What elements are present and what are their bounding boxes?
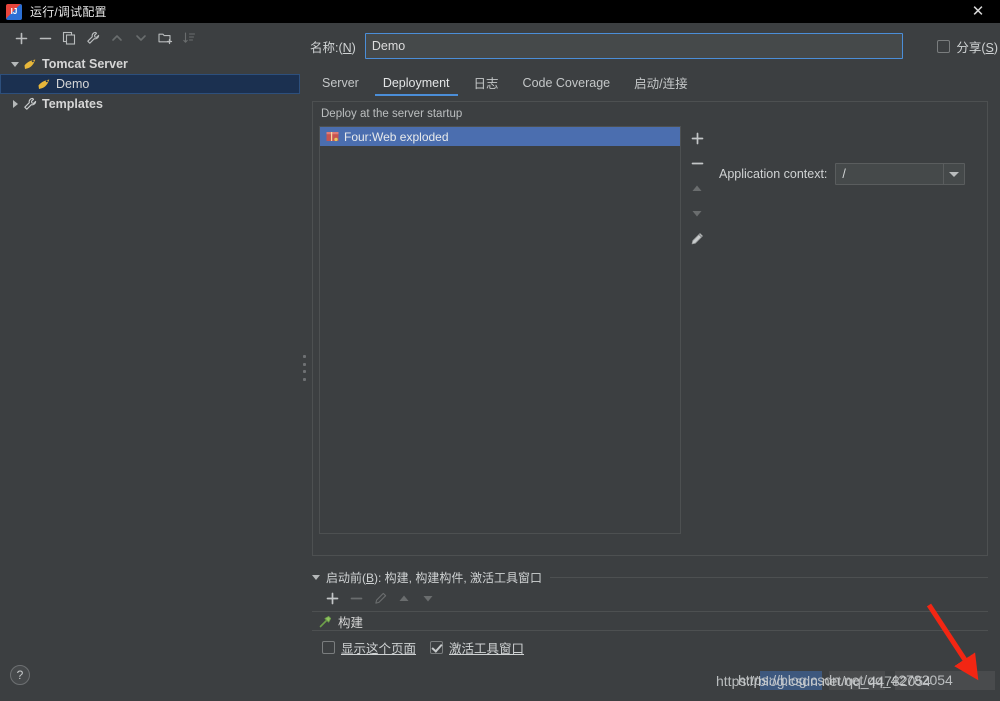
move-artifact-up-button[interactable] [685, 176, 709, 201]
artifact-icon [325, 130, 339, 144]
checkbox-label: 显示这个页面 [341, 641, 417, 656]
tab-deployment[interactable]: Deployment [371, 69, 462, 96]
name-row: 名称:(N) [310, 32, 1000, 60]
artifacts-side-toolbar [685, 126, 709, 326]
tree-item-label: Tomcat Server [42, 57, 128, 71]
tab-startup-connection[interactable]: 启动/连接 [622, 69, 699, 96]
tree-item-templates[interactable]: Templates [0, 94, 300, 114]
name-field-label: 名称:(N) [310, 40, 356, 55]
wrench-icon [22, 96, 38, 112]
expander-collapsed-icon[interactable] [8, 100, 22, 108]
task-move-up-button[interactable] [392, 587, 416, 609]
hammer-icon [318, 614, 332, 628]
before-launch-options: 显示这个页面 激活工具窗口 [312, 635, 988, 659]
splitter-grip-icon [302, 355, 307, 381]
deployment-group: Deploy at the server startup Four:Web ex… [312, 101, 988, 556]
dialog-bottom-bar: ? [0, 665, 1000, 701]
tree-item-demo[interactable]: Demo [0, 74, 300, 94]
configurations-tree: Tomcat Server Demo Templates [0, 54, 300, 114]
sort-icon[interactable] [177, 26, 201, 50]
tree-item-tomcat-server[interactable]: Tomcat Server [0, 54, 300, 74]
configurations-toolbar [0, 23, 300, 53]
configurations-left-pane: Tomcat Server Demo Templates [0, 23, 300, 678]
close-icon[interactable]: ✕ [956, 0, 1000, 23]
header-divider [550, 576, 988, 578]
share-checkbox[interactable]: 分享(S) [937, 37, 998, 56]
name-input[interactable] [364, 33, 903, 59]
expander-expanded-icon[interactable] [8, 61, 22, 67]
configuration-tabs: Server Deployment 日志 Code Coverage 启动/连接 [310, 69, 1000, 96]
remove-configuration-button[interactable] [33, 26, 57, 50]
remove-artifact-button[interactable] [685, 151, 709, 176]
move-down-button[interactable] [129, 26, 153, 50]
chevron-down-icon[interactable] [943, 164, 964, 184]
checkbox-label: 激活工具窗口 [449, 641, 525, 656]
task-label: 构建 [338, 615, 364, 630]
before-launch-header[interactable]: 启动前(B): 构建, 构建构件, 激活工具窗口 [312, 569, 988, 585]
move-artifact-down-button[interactable] [685, 201, 709, 226]
before-launch-section: 启动前(B): 构建, 构建构件, 激活工具窗口 构建 显示这个页面 激活工具窗… [312, 569, 988, 659]
tree-item-label: Templates [42, 97, 103, 111]
show-this-page-checkbox[interactable]: 显示这个页面 [322, 638, 416, 657]
before-launch-title: 启动前(B): 构建, 构建构件, 激活工具窗口 [326, 570, 543, 585]
before-launch-task-row[interactable]: 构建 [312, 611, 988, 631]
tomcat-icon [22, 56, 38, 72]
share-checkbox-box[interactable] [937, 40, 951, 53]
artifact-list-item[interactable]: Four:Web exploded [320, 127, 680, 146]
task-move-down-button[interactable] [416, 587, 440, 609]
tab-code-coverage[interactable]: Code Coverage [511, 69, 623, 96]
tomcat-icon [36, 76, 52, 92]
add-task-button[interactable] [320, 587, 344, 609]
configuration-editor-pane: 名称:(N) 分享(S) Server Deployment 日志 Code C… [310, 23, 1000, 678]
folder-add-icon[interactable] [153, 26, 177, 50]
add-configuration-button[interactable] [9, 26, 33, 50]
artifacts-list[interactable]: Four:Web exploded [319, 126, 681, 534]
edit-task-button[interactable] [368, 587, 392, 609]
share-checkbox-label: 分享(S) [956, 41, 998, 55]
application-context-label: Application context: [719, 167, 828, 181]
checkbox-box[interactable] [430, 640, 444, 654]
edit-artifact-button[interactable] [685, 226, 709, 251]
add-artifact-button[interactable] [685, 126, 709, 151]
application-context-row: Application context: / [719, 163, 966, 185]
application-context-combo[interactable]: / [835, 163, 966, 185]
expander-expanded-icon[interactable] [312, 574, 320, 580]
tab-server[interactable]: Server [310, 69, 371, 96]
run-debug-configurations-dialog: 运行/调试配置 ✕ [0, 0, 1000, 701]
remove-task-button[interactable] [344, 587, 368, 609]
tab-logs[interactable]: 日志 [462, 69, 511, 96]
help-button[interactable]: ? [10, 665, 30, 685]
title-bar: 运行/调试配置 ✕ [0, 0, 1000, 23]
deploy-at-startup-label: Deploy at the server startup [321, 108, 463, 120]
pane-splitter[interactable] [300, 23, 310, 678]
application-context-value: / [842, 167, 846, 181]
wrench-icon[interactable] [81, 26, 105, 50]
move-up-button[interactable] [105, 26, 129, 50]
checkbox-box[interactable] [322, 640, 335, 654]
intellij-idea-icon [6, 3, 22, 20]
window-title: 运行/调试配置 [30, 5, 107, 19]
tree-item-label: Demo [56, 77, 90, 91]
artifact-label: Four:Web exploded [344, 129, 449, 144]
before-launch-toolbar [312, 585, 988, 611]
copy-configuration-button[interactable] [57, 26, 81, 50]
activate-tool-window-checkbox[interactable]: 激活工具窗口 [430, 638, 524, 657]
